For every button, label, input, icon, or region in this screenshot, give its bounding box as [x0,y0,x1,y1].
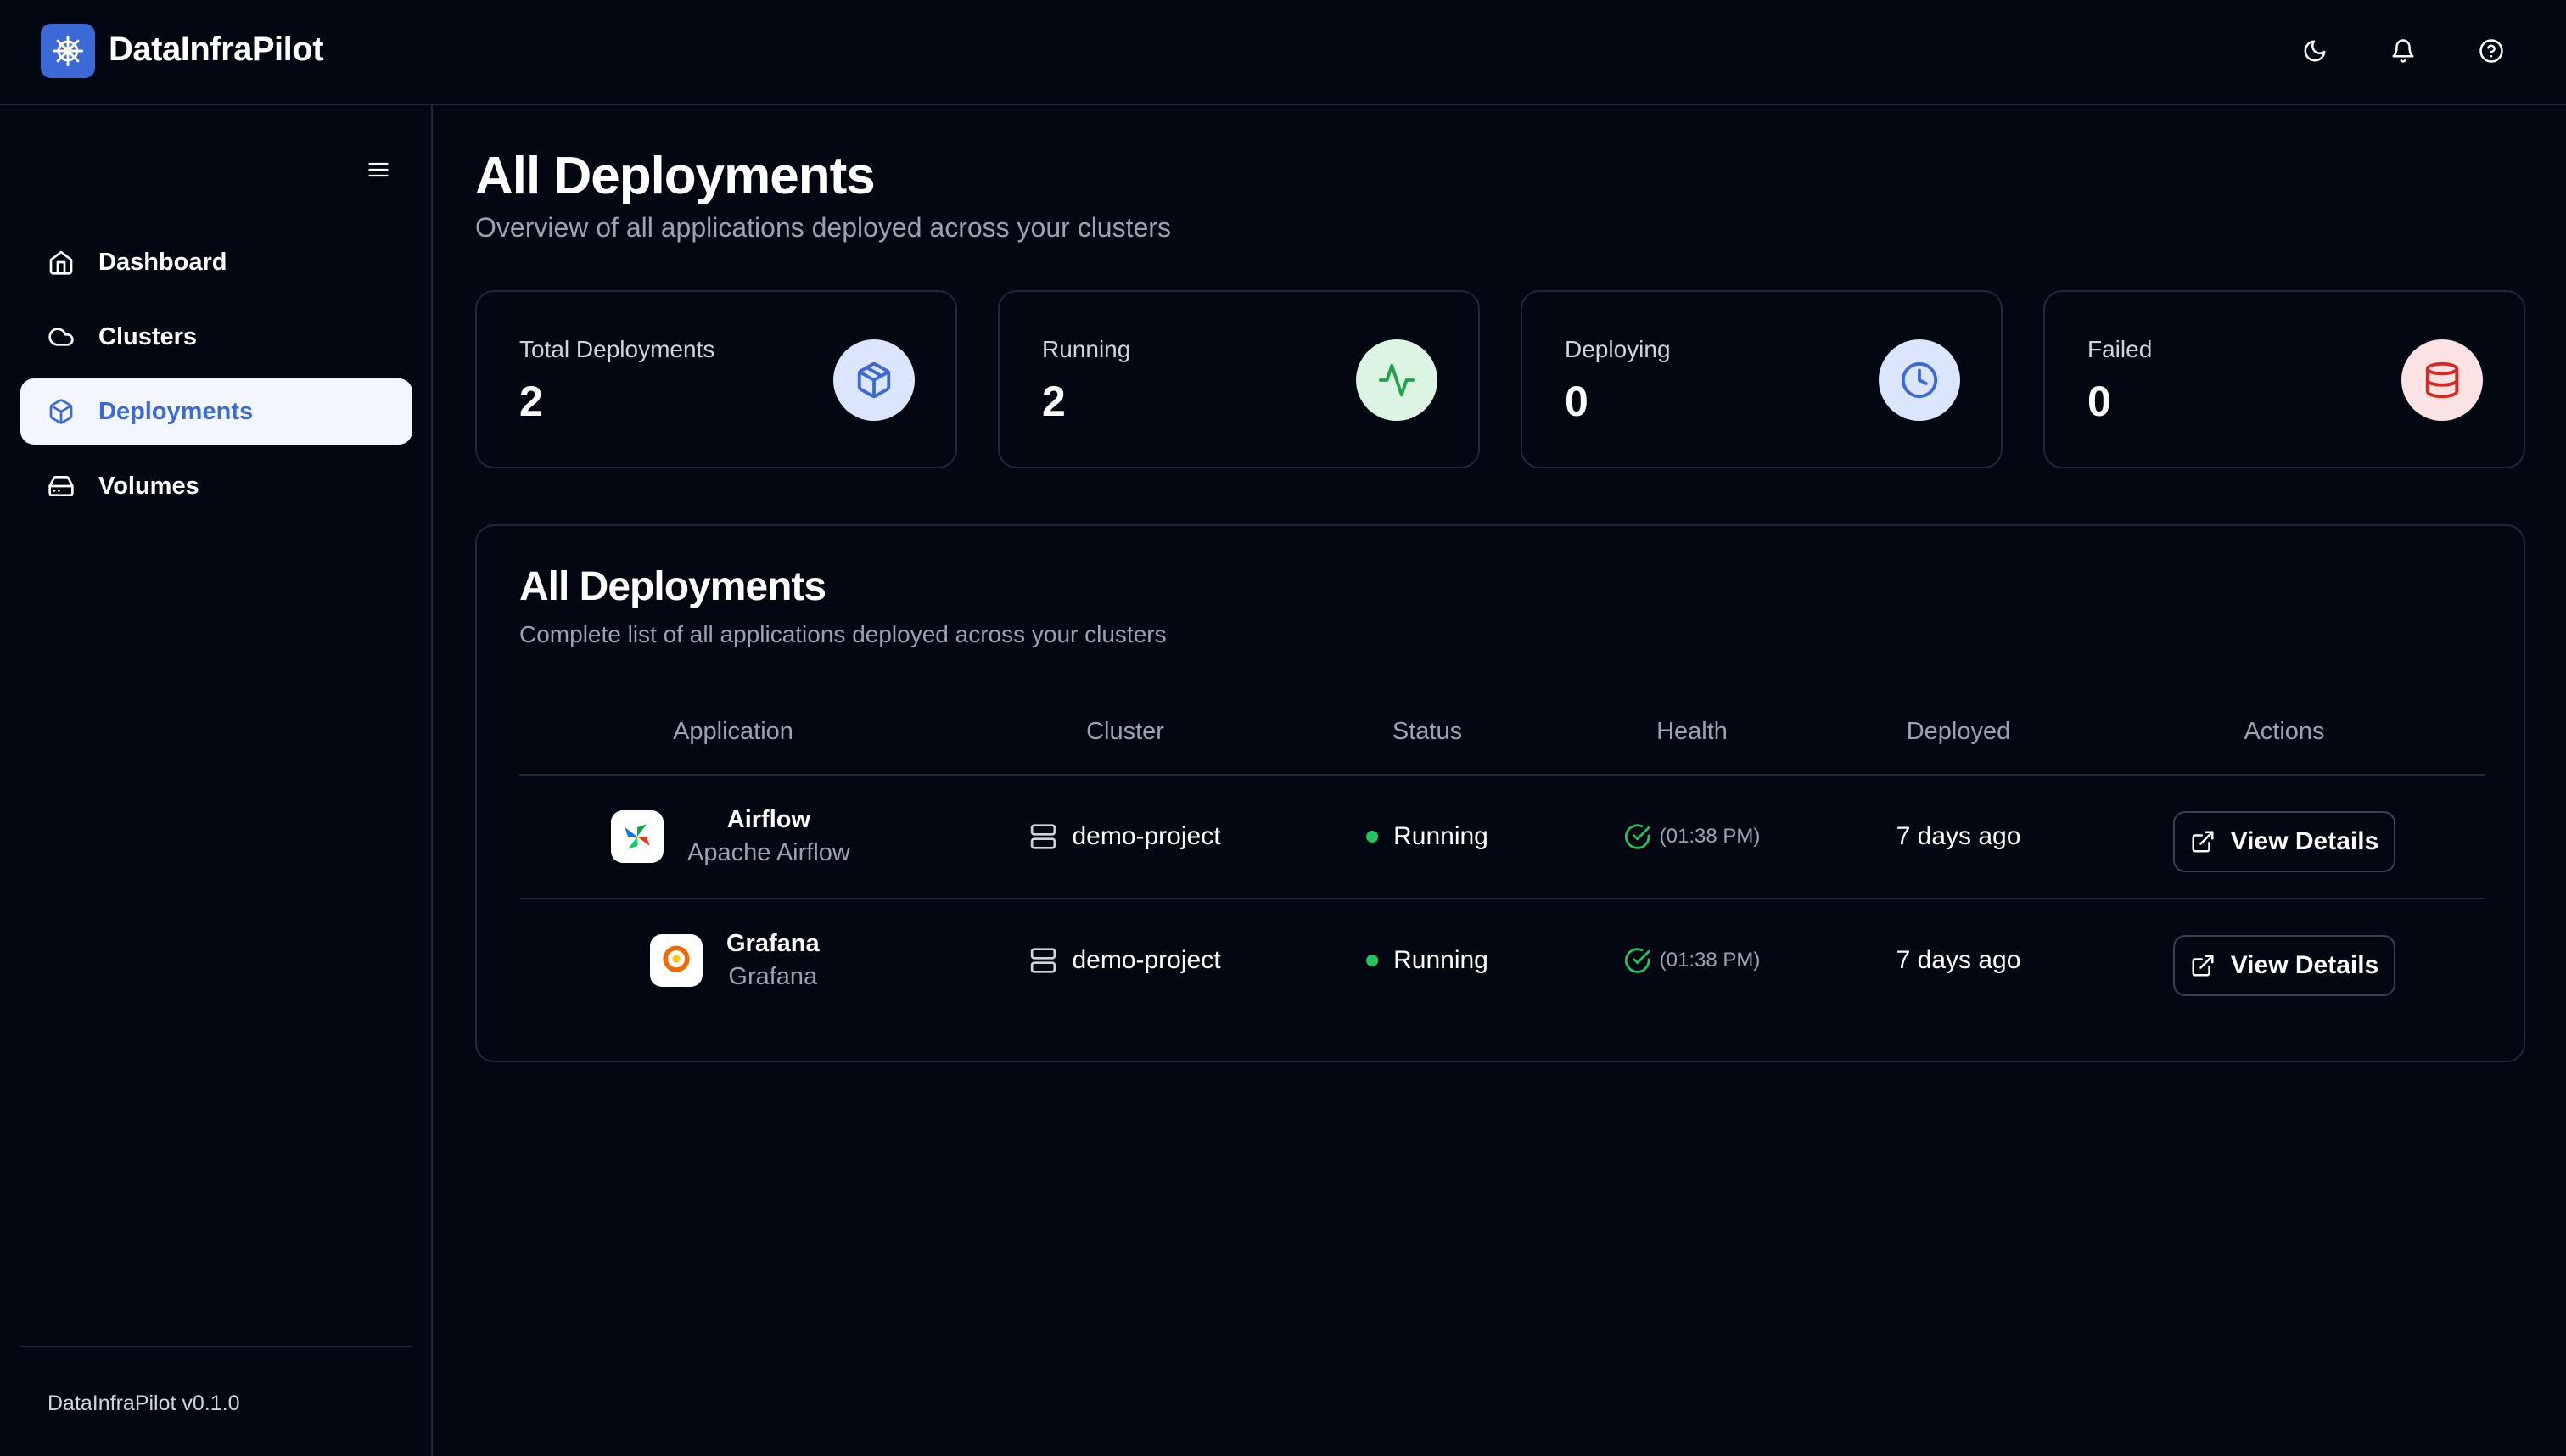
application-subtitle: Apache Airflow [687,839,850,866]
cluster-cell: demo-project [1029,776,1221,898]
cluster-name[interactable]: demo-project [1072,946,1220,975]
external-link-icon [2190,829,2216,854]
sidebar-item-clusters[interactable]: Clusters [20,304,412,370]
sidebar-item-label: Volumes [98,472,199,500]
column-header-status[interactable]: Status [1392,718,1462,746]
top-header: DataInfraPilot [0,0,2566,105]
clock-icon [1879,339,1960,421]
cloud-icon [46,322,76,352]
health-cell: (01:38 PM) [1624,899,1761,1022]
status-text: Running [1393,946,1488,974]
cluster-cell: demo-project [1029,899,1221,1022]
page-title: All Deployments [475,147,876,205]
status-indicator-icon [1366,831,1379,843]
application-text: Airflow Apache Airflow [687,806,850,867]
view-details-button[interactable]: View Details [2173,811,2395,872]
table-title: All Deployments [519,564,826,609]
sidebar: Dashboard Clusters Deployments Volumes D… [0,105,433,1456]
home-icon [46,247,76,277]
sidebar-item-deployments[interactable]: Deployments [20,378,412,445]
server-icon [1030,948,1056,973]
help-circle-icon [2479,39,2503,63]
deployed-cell: 7 days ago [1896,899,2021,1022]
stat-card-total: Total Deployments 2 [475,290,957,468]
server-icon [1030,824,1056,849]
table-subtitle: Complete list of all applications deploy… [519,621,1167,647]
deployed-time: 7 days ago [1896,946,2021,974]
application-cell: Airflow Apache Airflow [611,776,850,898]
stat-value: 2 [519,378,543,425]
view-details-label: View Details [2230,951,2379,979]
sidebar-divider [20,1346,412,1347]
app-root: DataInfraPilot Dashboard Clusters Deploy… [0,0,2566,1456]
check-circle-icon [1624,948,1650,973]
view-details-label: View Details [2230,827,2379,855]
health-time: (01:38 PM) [1659,825,1761,848]
stat-card-running: Running 2 [998,290,1480,468]
package-icon [833,339,915,421]
helm-icon [52,35,84,67]
stat-value: 0 [2087,378,2111,425]
column-header-health[interactable]: Health [1656,718,1728,746]
sidebar-collapse-button[interactable] [360,151,397,188]
column-header-deployed[interactable]: Deployed [1907,718,2011,746]
sidebar-item-label: Clusters [98,322,198,350]
stat-value: 0 [1565,378,1588,425]
deployments-table-card: All Deployments Complete list of all app… [475,524,2525,1062]
view-details-button[interactable]: View Details [2173,935,2395,996]
check-circle-icon [1624,824,1650,849]
sidebar-item-label: Dashboard [98,248,227,276]
application-cell: Grafana Grafana [650,899,820,1022]
column-header-application[interactable]: Application [673,718,793,746]
sidebar-item-label: Deployments [98,397,254,425]
brand-name: DataInfraPilot [109,31,324,68]
app-version: DataInfraPilot v0.1.0 [48,1392,240,1415]
hard-drive-icon [46,471,76,501]
table-row: Airflow Apache Airflow demo-project Runn… [519,776,2485,898]
theme-toggle-button[interactable] [2293,29,2337,73]
help-button[interactable] [2469,29,2513,73]
status-cell: Running [1366,899,1488,1022]
sidebar-item-dashboard[interactable]: Dashboard [20,229,412,295]
table-row: Grafana Grafana demo-project Running (01… [519,899,2485,1022]
status-text: Running [1393,822,1488,850]
stat-card-failed: Failed 0 [2043,290,2525,468]
page-subtitle: Overview of all applications deployed ac… [475,212,1171,243]
package-icon [46,396,76,427]
sidebar-item-volumes[interactable]: Volumes [20,453,412,519]
stat-label: Total Deployments [519,336,715,362]
application-text: Grafana Grafana [726,930,820,991]
stat-value: 2 [1042,378,1066,425]
stat-label: Failed [2087,336,2153,362]
column-header-cluster[interactable]: Cluster [1086,718,1164,746]
brand-logo[interactable] [41,24,95,78]
health-cell: (01:38 PM) [1624,776,1761,898]
deployed-time: 7 days ago [1896,822,2021,850]
bell-icon [2392,39,2414,63]
status-cell: Running [1366,776,1488,898]
external-link-icon [2190,953,2216,978]
deployed-cell: 7 days ago [1896,776,2021,898]
grafana-logo [650,934,703,987]
database-icon [2401,339,2483,421]
application-name: Airflow [726,806,811,833]
notifications-button[interactable] [2381,29,2425,73]
menu-icon [368,162,389,177]
moon-icon [2304,40,2326,62]
activity-icon [1356,339,1437,421]
stat-card-deploying: Deploying 0 [1521,290,2003,468]
status-indicator-icon [1366,955,1379,966]
stat-label: Running [1042,336,1131,362]
stat-label: Deploying [1565,336,1671,362]
application-subtitle: Grafana [728,963,818,990]
airflow-logo [611,810,664,863]
column-header-actions: Actions [2244,718,2325,745]
application-name: Grafana [726,930,820,957]
health-time: (01:38 PM) [1659,949,1761,972]
cluster-name[interactable]: demo-project [1072,822,1220,851]
